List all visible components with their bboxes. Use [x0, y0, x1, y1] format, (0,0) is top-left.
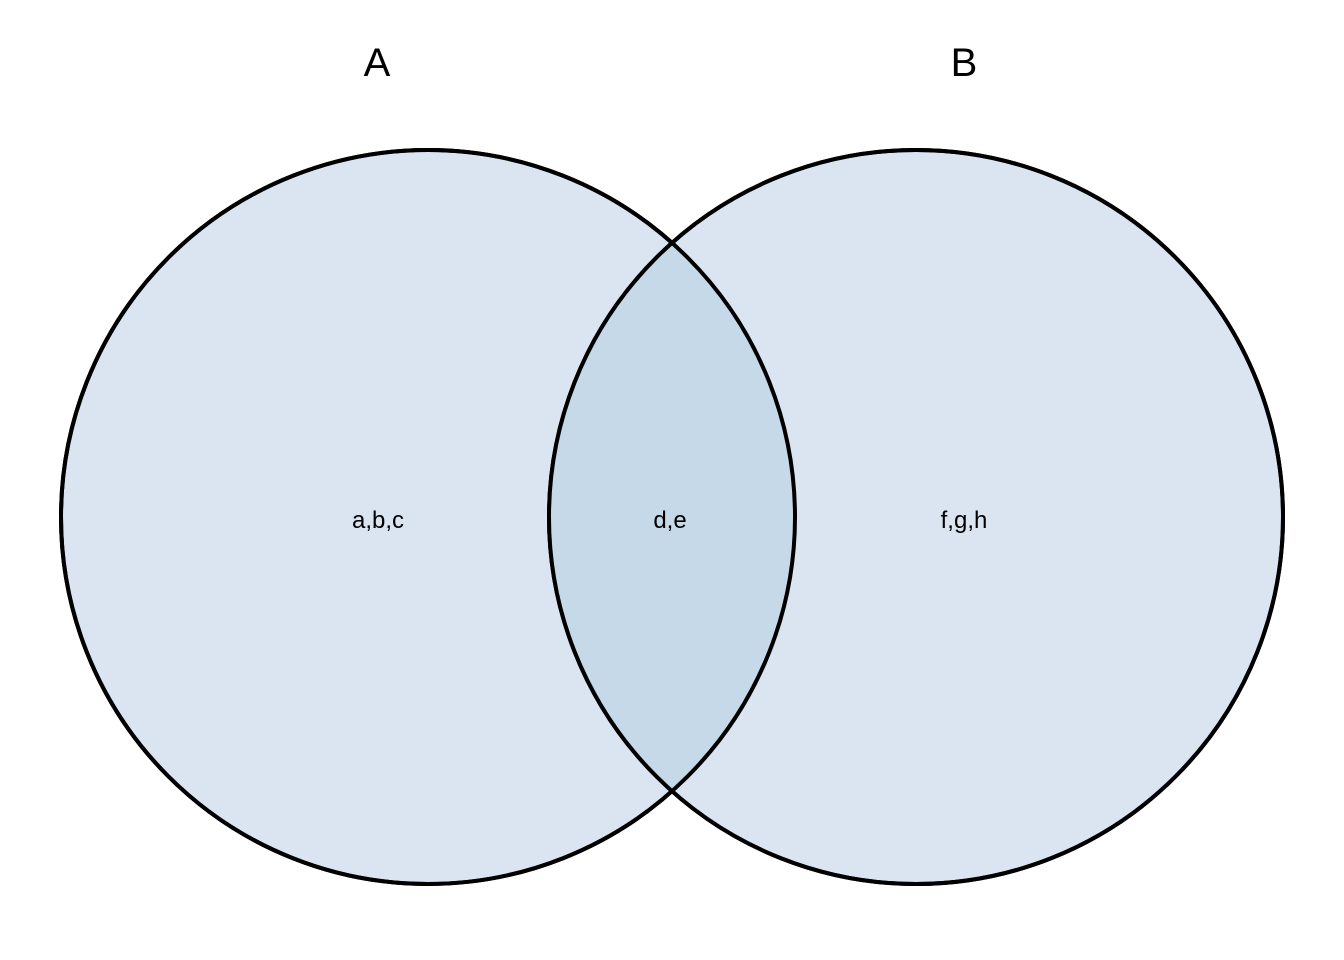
set-a-only-elements: a,b,c [352, 507, 404, 534]
venn-diagram: A B a,b,c d,e f,g,h [59, 41, 1285, 886]
set-b-only-elements: f,g,h [941, 507, 988, 534]
intersection-elements: d,e [653, 507, 686, 534]
set-a-title: A [364, 41, 391, 85]
set-b-title: B [951, 41, 978, 85]
